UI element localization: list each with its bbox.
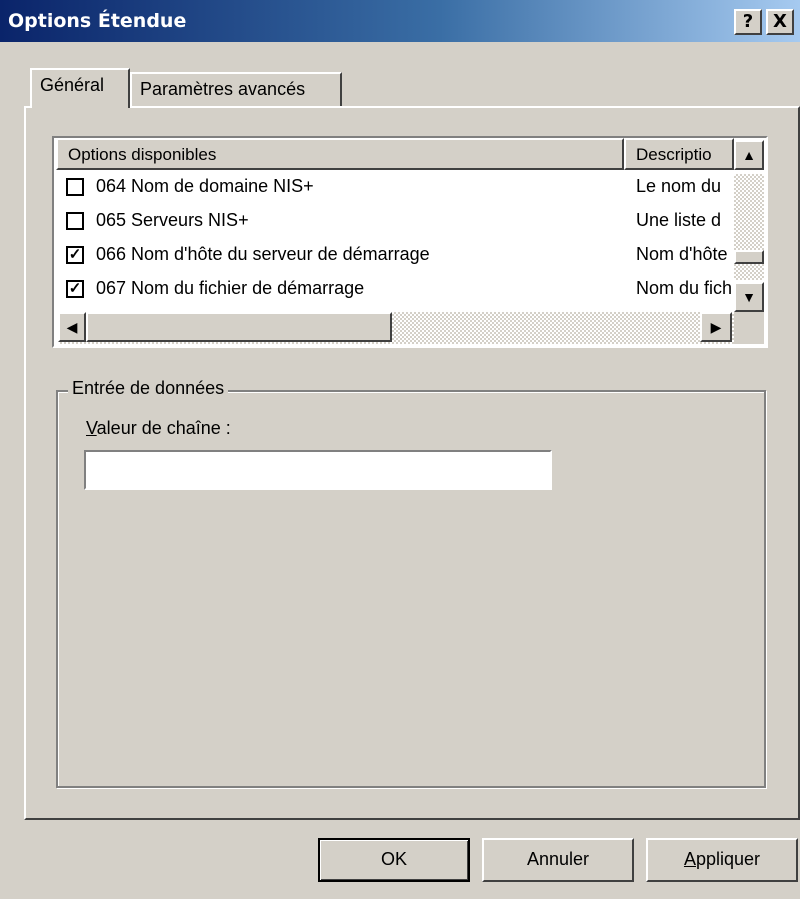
list-item[interactable]: ✓ 066 Nom d'hôte du serveur de démarrage… bbox=[62, 240, 762, 274]
scroll-down-button[interactable]: ▼ bbox=[734, 282, 764, 312]
vertical-scroll-thumb[interactable] bbox=[734, 250, 764, 264]
checkbox[interactable] bbox=[66, 212, 84, 230]
option-name: 064 Nom de domaine NIS+ bbox=[96, 176, 314, 196]
tab-general[interactable]: Général bbox=[30, 68, 130, 108]
tab-general-label: Général bbox=[40, 75, 105, 95]
string-value-input[interactable] bbox=[84, 450, 552, 490]
data-entry-group-label: Entrée de données bbox=[68, 378, 229, 399]
option-description: Nom d'hôte bbox=[636, 244, 728, 264]
tab-advanced-settings[interactable]: Paramètres avancés bbox=[130, 72, 342, 108]
scroll-left-button[interactable]: ◀ bbox=[58, 312, 86, 342]
option-description: Une liste d bbox=[636, 210, 722, 230]
scrollbar-corner bbox=[734, 312, 764, 344]
window-title: Options Étendue bbox=[8, 10, 187, 32]
mnemonic-letter: A bbox=[683, 849, 696, 869]
column-header-description[interactable]: Descriptio bbox=[624, 138, 734, 170]
apply-button[interactable]: Appliquer bbox=[646, 838, 798, 882]
checkbox-checked[interactable]: ✓ bbox=[66, 246, 84, 264]
label-rest: aleur de chaîne : bbox=[96, 418, 231, 438]
checkbox[interactable] bbox=[66, 178, 84, 196]
cancel-button[interactable]: Annuler bbox=[482, 838, 634, 882]
list-item[interactable]: 064 Nom de domaine NIS+ Le nom du bbox=[62, 172, 762, 206]
vertical-scrollbar-track[interactable] bbox=[734, 174, 764, 280]
option-description: Le nom du bbox=[636, 176, 722, 196]
option-description: Nom du fichier bbox=[636, 278, 732, 298]
checkbox-checked[interactable]: ✓ bbox=[66, 280, 84, 298]
column-header-options[interactable]: Options disponibles bbox=[56, 138, 624, 170]
apply-label-rest: ppliquer bbox=[695, 849, 761, 869]
title-bar: Options Étendue ? X bbox=[0, 0, 800, 44]
option-name: 067 Nom du fichier de démarrage bbox=[96, 278, 365, 298]
list-item[interactable]: 065 Serveurs NIS+ Une liste d bbox=[62, 206, 762, 240]
scroll-up-button[interactable]: ▲ bbox=[734, 140, 764, 170]
ok-button[interactable]: OK bbox=[318, 838, 470, 882]
scroll-right-button[interactable]: ▶ bbox=[700, 312, 732, 342]
option-name: 066 Nom d'hôte du serveur de démarrage bbox=[96, 244, 430, 264]
horizontal-scroll-thumb[interactable] bbox=[86, 312, 392, 342]
string-value-label: Valeur de chaîne : bbox=[86, 418, 231, 439]
tab-advanced-label: Paramètres avancés bbox=[140, 79, 306, 99]
close-button[interactable]: X bbox=[766, 9, 794, 35]
list-item[interactable]: ✓ 067 Nom du fichier de démarrage Nom du… bbox=[62, 274, 762, 308]
help-button[interactable]: ? bbox=[734, 9, 762, 35]
option-name: 065 Serveurs NIS+ bbox=[96, 210, 249, 230]
mnemonic-letter: V bbox=[86, 418, 97, 438]
